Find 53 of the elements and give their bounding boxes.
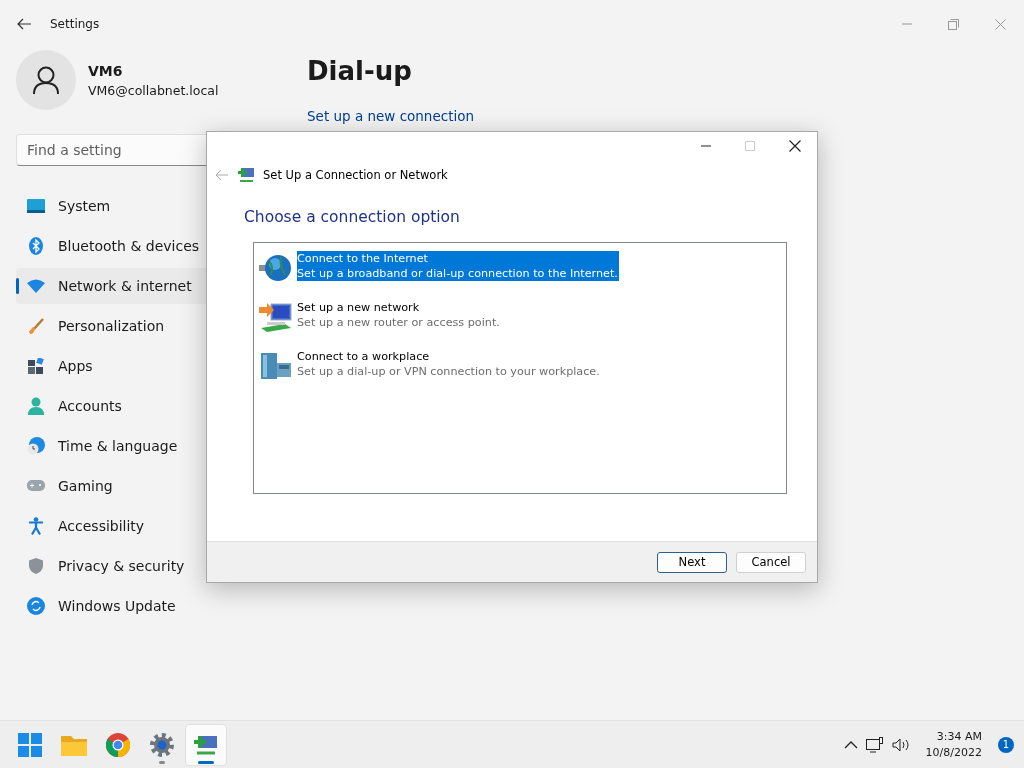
dialog-heading: Choose a connection option <box>244 208 461 228</box>
maximize-icon <box>745 141 755 151</box>
user-email: VM6@collabnet.local <box>88 82 219 98</box>
wifi-icon <box>27 279 45 293</box>
clock-time[interactable]: 3:34 AM <box>925 728 982 745</box>
speaker-icon[interactable] <box>891 737 910 752</box>
building-icon <box>259 351 293 381</box>
notification-badge[interactable]: 1 <box>998 736 1014 753</box>
option-description: Set up a broadband or dial-up connection to the Internet. <box>297 266 618 281</box>
option-description: Set up a new router or access point. <box>297 315 500 330</box>
taskbar-app[interactable] <box>186 724 226 765</box>
folder-icon <box>61 733 87 756</box>
gamepad-icon <box>27 480 45 492</box>
chrome-icon <box>106 732 130 757</box>
sidebar-item[interactable]: Windows Update <box>16 588 300 624</box>
sidebar-item[interactable]: Time & language <box>16 428 300 464</box>
person-icon <box>28 397 44 415</box>
running-indicator <box>198 760 214 764</box>
network-setup-icon <box>237 166 255 184</box>
dialog-title: Set Up a Connection or Network <box>263 168 448 182</box>
globe-icon <box>259 253 293 283</box>
sidebar-item[interactable]: Accessibility <box>16 508 300 544</box>
clock-date[interactable]: 10/8/2022 <box>925 744 982 761</box>
sidebar-item[interactable]: Privacy & security <box>16 548 300 584</box>
network-icon[interactable] <box>865 736 884 753</box>
brush-icon <box>28 318 44 334</box>
globe-clock-icon <box>27 437 45 455</box>
monitor-icon <box>27 199 45 213</box>
restore-icon[interactable] <box>948 18 959 30</box>
new-connection-link[interactable]: Set up a new connection <box>307 108 475 124</box>
next-button[interactable]: Next <box>657 551 727 573</box>
accessibility-icon <box>29 517 43 535</box>
gear-icon <box>149 731 175 758</box>
option-title: Connect to the Internet <box>297 251 429 266</box>
window-title: Settings <box>50 17 100 31</box>
option-title: Connect to a workplace <box>297 349 431 364</box>
user-name: VM6 <box>88 62 124 79</box>
page-title: Dial-up <box>307 56 413 88</box>
bluetooth-icon <box>29 237 43 255</box>
apps-icon <box>28 358 44 374</box>
chevron-up-icon[interactable] <box>843 739 858 750</box>
windows-logo-icon <box>18 732 42 757</box>
option-description: Set up a dial-up or VPN connection to your workplace. <box>297 364 600 379</box>
running-indicator <box>159 760 165 764</box>
back-arrow-icon[interactable] <box>16 16 32 32</box>
option-title: Set up a new network <box>297 300 421 315</box>
shield-icon <box>29 558 43 574</box>
sidebar-item[interactable]: Gaming <box>16 468 300 504</box>
update-icon <box>27 597 45 615</box>
cancel-button[interactable]: Cancel <box>736 551 806 573</box>
close-icon[interactable] <box>789 140 801 152</box>
network-setup-icon <box>259 302 293 334</box>
person-icon <box>31 65 61 95</box>
